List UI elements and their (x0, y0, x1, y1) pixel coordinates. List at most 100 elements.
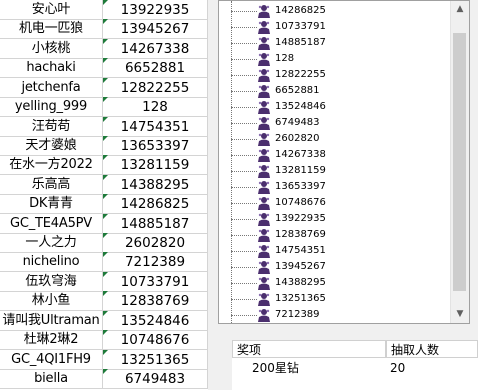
name-cell[interactable]: hachaki (0, 58, 103, 78)
tree-item[interactable]: 12822255 (219, 67, 451, 83)
number-cell[interactable]: 10748676 (103, 330, 208, 350)
table-row[interactable]: 安心叶 13922935 (0, 0, 208, 20)
number-cell[interactable]: 6652881 (103, 58, 208, 78)
table-row[interactable]: 天才婆娘 13653397 (0, 136, 208, 156)
vertical-scrollbar[interactable]: ▲ ▼ (450, 1, 469, 323)
name-cell[interactable]: GC_TE4A5PV (0, 214, 103, 234)
count-cell[interactable]: 20 (386, 358, 405, 378)
user-icon (257, 100, 271, 114)
table-row[interactable]: 林小鱼 12838769 (0, 291, 208, 311)
table-row[interactable]: 一人之力 2602820 (0, 233, 208, 253)
tree-item[interactable]: 6652881 (219, 83, 451, 99)
table-row[interactable]: GC_4QI1FH9 13251365 (0, 350, 208, 370)
number-cell[interactable]: 13251365 (103, 350, 208, 370)
tree-connector (231, 123, 257, 124)
tree-item-label: 13653397 (275, 181, 326, 192)
prize-cell[interactable]: 200星钻 (248, 358, 299, 378)
user-icon (257, 4, 271, 18)
tree-item[interactable]: 14388295 (219, 275, 451, 291)
tree-item[interactable]: 10748676 (219, 195, 451, 211)
name-cell[interactable]: 在水一方2022 (0, 155, 103, 175)
table-row[interactable]: 机电一匹狼 13945267 (0, 19, 208, 39)
number-cell[interactable]: 13281159 (103, 155, 208, 175)
tree-item[interactable]: 12838769 (219, 227, 451, 243)
tree-item[interactable]: 14267338 (219, 147, 451, 163)
tree-item[interactable]: 14286825 (219, 3, 451, 19)
tree-item-label: 2602820 (275, 133, 320, 144)
tree-item[interactable]: 14754351 (219, 243, 451, 259)
table-row[interactable]: biella 6749483 (0, 369, 208, 389)
tree-item-label: 13922935 (275, 213, 326, 224)
tree-item[interactable]: 6749483 (219, 115, 451, 131)
tree-item[interactable]: 13251365 (219, 291, 451, 307)
tree-connector (231, 43, 257, 44)
scroll-up-icon[interactable]: ▲ (451, 1, 469, 18)
table-row[interactable]: nichelino 7212389 (0, 252, 208, 272)
tree-item[interactable]: 10733791 (219, 19, 451, 35)
number-cell[interactable]: 6749483 (103, 369, 208, 389)
number-cell[interactable]: 13945267 (103, 19, 208, 39)
tree-item[interactable]: 128 (219, 51, 451, 67)
name-cell[interactable]: GC_4QI1FH9 (0, 350, 103, 370)
tree-item[interactable]: 14885187 (219, 35, 451, 51)
name-cell[interactable]: biella (0, 369, 103, 389)
tree-item-label: 13524846 (275, 101, 326, 112)
name-cell[interactable]: 伍玖穹海 (0, 272, 103, 292)
number-cell[interactable]: 14754351 (103, 117, 208, 137)
tree-item[interactable]: 13945267 (219, 259, 451, 275)
tree-item[interactable]: 2602820 (219, 131, 451, 147)
number-cell[interactable]: 14286825 (103, 194, 208, 214)
name-cell[interactable]: yelling_999 (0, 97, 103, 117)
tree-connector (231, 251, 257, 252)
name-cell[interactable]: 安心叶 (0, 0, 103, 20)
tree-item[interactable]: 7212389 (219, 307, 451, 323)
table-row[interactable]: 汪苟苟 14754351 (0, 117, 208, 137)
name-cell[interactable]: nichelino (0, 252, 103, 272)
number-cell[interactable]: 14267338 (103, 39, 208, 59)
name-cell[interactable]: 小核桃 (0, 39, 103, 59)
number-cell[interactable]: 10733791 (103, 272, 208, 292)
number-cell[interactable]: 2602820 (103, 233, 208, 253)
tree-item[interactable]: 13281159 (219, 163, 451, 179)
tree-item[interactable]: 13524846 (219, 99, 451, 115)
tree-connector (231, 235, 257, 236)
table-row[interactable]: yelling_999 128 (0, 97, 208, 117)
name-cell[interactable]: 杜琳2琳2 (0, 330, 103, 350)
name-cell[interactable]: 汪苟苟 (0, 117, 103, 137)
number-cell[interactable]: 128 (103, 97, 208, 117)
table-row[interactable]: DK青青 14286825 (0, 194, 208, 214)
table-row[interactable]: 请叫我Ultraman 13524846 (0, 311, 208, 331)
name-cell[interactable]: DK青青 (0, 194, 103, 214)
table-row[interactable]: GC_TE4A5PV 14885187 (0, 214, 208, 234)
table-row[interactable]: hachaki 6652881 (0, 58, 208, 78)
name-cell[interactable]: 机电一匹狼 (0, 19, 103, 39)
table-row[interactable]: 小核桃 14267338 (0, 39, 208, 59)
number-cell[interactable]: 14388295 (103, 175, 208, 195)
number-cell[interactable]: 12822255 (103, 78, 208, 98)
table-row[interactable]: jetchenfa 12822255 (0, 78, 208, 98)
name-cell[interactable]: 请叫我Ultraman (0, 311, 103, 331)
tree-item[interactable]: 13653397 (219, 179, 451, 195)
number-cell[interactable]: 12838769 (103, 291, 208, 311)
name-cell[interactable]: 林小鱼 (0, 291, 103, 311)
scroll-down-icon[interactable]: ▼ (451, 306, 469, 323)
table-row[interactable]: 乐高高 14388295 (0, 175, 208, 195)
name-cell[interactable]: 天才婆娘 (0, 136, 103, 156)
name-cell[interactable]: 一人之力 (0, 233, 103, 253)
tree-item[interactable]: 13922935 (219, 211, 451, 227)
table-row[interactable]: 在水一方2022 13281159 (0, 155, 208, 175)
number-cell[interactable]: 7212389 (103, 252, 208, 272)
number-cell[interactable]: 14885187 (103, 214, 208, 234)
number-cell[interactable]: 13922935 (103, 0, 208, 20)
name-cell[interactable]: jetchenfa (0, 78, 103, 98)
number-cell[interactable]: 13524846 (103, 311, 208, 331)
number-cell[interactable]: 13653397 (103, 136, 208, 156)
table-row[interactable]: 杜琳2琳2 10748676 (0, 330, 208, 350)
name-cell[interactable]: 乐高高 (0, 175, 103, 195)
scroll-thumb[interactable] (453, 33, 466, 291)
tree-list-panel[interactable]: ▲ ▼ 14286825 10733791 14885187 128 12822255 6… (218, 0, 470, 324)
user-icon (257, 292, 271, 306)
table-row[interactable]: 伍玖穹海 10733791 (0, 272, 208, 292)
comment-marker-icon (103, 272, 108, 277)
tree-item-label: 14286825 (275, 5, 326, 16)
